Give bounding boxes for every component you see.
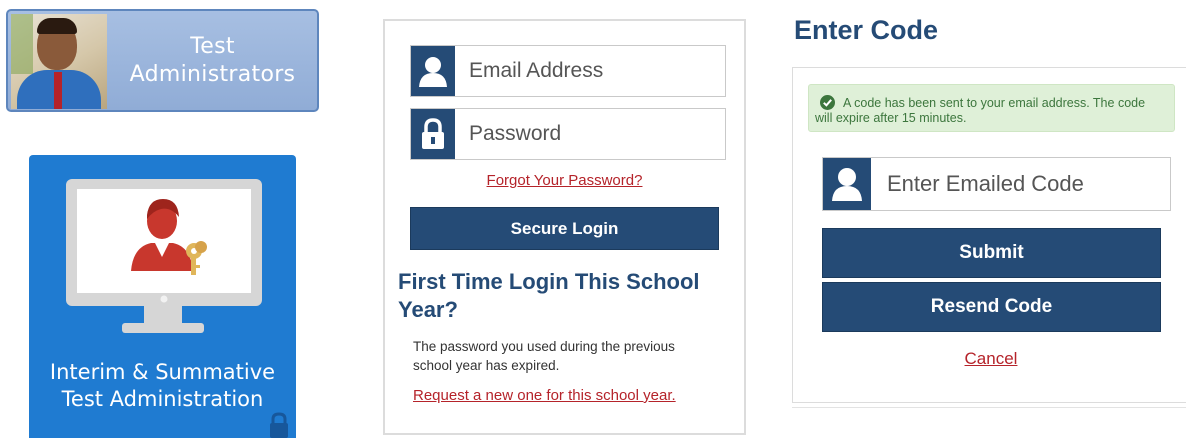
code-sent-alert-line1: A code has been sent to your email addre…	[843, 96, 1146, 110]
resend-code-button[interactable]: Resend Code	[822, 282, 1161, 332]
test-administrators-title-line2: Administrators	[129, 62, 296, 87]
emailed-code-field[interactable]: Enter Emailed Code	[822, 157, 1171, 211]
emailed-code-placeholder: Enter Emailed Code	[887, 171, 1084, 196]
first-time-login-heading-line2: Year?	[398, 297, 458, 322]
email-placeholder: Email Address	[469, 59, 604, 82]
administrator-photo	[11, 14, 107, 109]
interim-summative-title-line2: Test Administration	[61, 387, 264, 411]
interim-summative-title-line1: Interim & Summative	[49, 360, 276, 384]
lock-icon	[270, 412, 288, 438]
test-administrators-card[interactable]: Test Administrators	[6, 9, 319, 112]
enter-code-panel: A code has been sent to your email addre…	[792, 67, 1186, 403]
secure-login-button[interactable]: Secure Login	[410, 207, 719, 250]
test-administrators-title-line1: Test	[190, 34, 235, 59]
first-time-login-text: The password you used during the previou…	[413, 337, 713, 375]
first-time-login-heading: First Time Login This School Year?	[398, 268, 743, 324]
password-field[interactable]: Password	[410, 108, 726, 160]
check-circle-icon	[820, 95, 835, 110]
interim-summative-card[interactable]: Interim & Summative Test Administration	[29, 155, 296, 438]
test-administrators-title: Test Administrators	[110, 33, 315, 89]
forgot-password-link[interactable]: Forgot Your Password?	[385, 172, 744, 189]
divider	[792, 407, 1186, 408]
interim-summative-title: Interim & Summative Test Administration	[29, 359, 296, 413]
email-field[interactable]: Email Address	[410, 45, 726, 97]
code-sent-alert-line2: will expire after 15 minutes.	[815, 111, 967, 125]
lock-icon	[411, 109, 455, 159]
login-panel: Email Address Password Forgot Your Passw…	[383, 19, 746, 435]
password-placeholder: Password	[469, 122, 562, 145]
code-sent-alert: A code has been sent to your email addre…	[808, 84, 1175, 132]
submit-button[interactable]: Submit	[822, 228, 1161, 278]
first-time-login-text-line2: school year has expired.	[413, 358, 560, 373]
enter-code-heading: Enter Code	[794, 15, 939, 45]
first-time-login-heading-line1: First Time Login This School	[398, 269, 700, 294]
user-icon	[411, 46, 455, 96]
request-new-password-link[interactable]: Request a new one for this school year.	[413, 387, 676, 404]
user-icon	[823, 158, 871, 210]
first-time-login-text-line1: The password you used during the previou…	[413, 339, 675, 354]
monitor-icon	[66, 179, 262, 333]
cancel-link[interactable]: Cancel	[793, 349, 1186, 369]
